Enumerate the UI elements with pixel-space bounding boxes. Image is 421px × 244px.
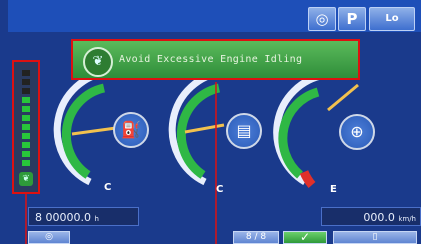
gauge-3-red-zone [299, 170, 316, 188]
eco-segment [22, 133, 30, 139]
speed-value: 000.0 [363, 211, 395, 224]
eco-segment [22, 115, 30, 121]
confirm-button[interactable]: ✓ [283, 231, 327, 244]
gauge-2-low-label: C [216, 184, 224, 195]
warning-message: Avoid Excessive Engine Idling [119, 54, 303, 65]
gauge-2-needle [184, 123, 225, 134]
odometer-prefix: 8 [35, 211, 42, 224]
speed-unit: km/h [398, 215, 416, 223]
eco-meter: ❦ [12, 60, 40, 194]
camera-button[interactable]: ◎ [28, 231, 70, 244]
gauge-3-scale-arc [278, 87, 320, 179]
gauge-1-low-label: C [104, 182, 112, 193]
gauge-3-needle [327, 83, 359, 112]
transmission-temp-icon: ▤ [226, 113, 262, 149]
odometer-unit: h [94, 215, 99, 223]
eco-segment [22, 160, 30, 166]
idling-warning-banner[interactable]: ❦ Avoid Excessive Engine Idling [71, 39, 360, 80]
eco-leaf-icon: ❦ [19, 172, 33, 186]
oil-temp-icon: ⛽ [113, 112, 149, 148]
eco-segment [22, 124, 30, 130]
odometer-value: 00000.0 [45, 211, 92, 224]
odometer-display: 8 00000.0 h [28, 207, 139, 226]
eco-segment [22, 88, 30, 94]
eco-segment [22, 79, 30, 85]
eco-segment [22, 151, 30, 157]
eco-segment [22, 106, 30, 112]
gauge-3-low-label: E [330, 184, 337, 195]
function-button[interactable]: 8 / 8 [233, 231, 279, 244]
eco-segment [22, 142, 30, 148]
eco-segment [22, 70, 30, 76]
speed-display: 000.0 km/h [321, 207, 421, 226]
eco-segment [22, 97, 30, 103]
leaf-eco-icon: ❦ [83, 47, 113, 77]
menu-button[interactable]: ▯ [333, 231, 417, 244]
fuel-icon: ⊕ [339, 114, 375, 150]
gauge-1-needle [71, 126, 117, 136]
monitor-screen: ◎ P Lo ⛽ ▤ ⊕ C C E ❦ Avoid Excessive Eng… [0, 0, 421, 244]
